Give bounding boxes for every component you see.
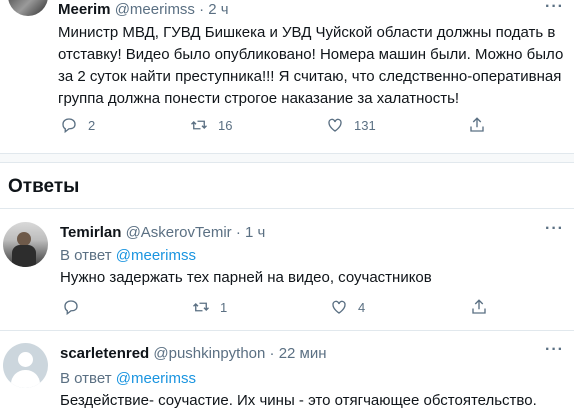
author-name[interactable]: Temirlan	[60, 224, 121, 241]
reply-button[interactable]: 2	[60, 116, 95, 134]
like-icon	[328, 118, 342, 132]
main-tweet: Meerim @meerimss · 2 ч ··· Министр МВД, …	[0, 0, 574, 153]
replies-heading: Ответы	[8, 176, 80, 197]
tweet-header: Temirlan @AskerovTemir · 1 ч	[60, 223, 265, 243]
tweet-text-line: отставку! Видео было опубликовано! Номер…	[58, 46, 564, 63]
tweet-text: Нужно задержать тех парней на видео, соу…	[60, 269, 432, 286]
more-icon[interactable]: ···	[545, 220, 564, 238]
tweet-header: scarletenred @pushkinpython · 22 мин	[60, 344, 327, 364]
author-handle[interactable]: @AskerovTemir	[126, 224, 232, 241]
retweet-count: 1	[220, 299, 228, 315]
reply-prefix: В ответ	[60, 247, 112, 264]
tweet-text-line: группа должна понести строгое наказание …	[58, 90, 460, 107]
reply-icon	[62, 118, 76, 134]
tweet-header: Meerim @meerimss · 2 ч	[58, 0, 229, 20]
retweet-icon	[191, 120, 207, 130]
retweet-button[interactable]: 1	[192, 298, 227, 316]
reply-icon	[64, 300, 78, 316]
like-count: 131	[354, 117, 376, 133]
more-icon[interactable]: ···	[545, 0, 564, 16]
timestamp[interactable]: · 2 ч	[199, 1, 229, 18]
retweet-button[interactable]: 16	[190, 116, 232, 134]
tweet-text: Бездействие- соучастие. Их чины - это от…	[60, 392, 537, 409]
reply-tweet[interactable]: scarletenred @pushkinpython · 22 мин ···…	[0, 331, 574, 419]
like-button[interactable]: 131	[326, 116, 376, 134]
author-name[interactable]: scarletenred	[60, 345, 149, 362]
timestamp[interactable]: · 22 мин	[270, 345, 327, 362]
tweet-actions: 1 4	[60, 298, 560, 322]
reply-context: В ответ @meerimss	[60, 369, 196, 389]
retweet-count: 16	[218, 117, 233, 133]
avatar[interactable]	[3, 222, 48, 267]
timestamp[interactable]: · 1 ч	[236, 224, 266, 241]
like-button[interactable]: 4	[330, 298, 365, 316]
tweet-text-line: за 2 суток найти преступника!!! Я считаю…	[58, 68, 562, 85]
section-separator	[0, 153, 574, 163]
retweet-icon	[193, 302, 209, 312]
tweet-actions: 2 16 131	[58, 116, 558, 140]
author-name[interactable]: Meerim	[58, 1, 111, 18]
reply-to-link[interactable]: @meerimss	[116, 247, 196, 264]
reply-context: В ответ @meerimss	[60, 246, 196, 266]
like-icon	[332, 300, 346, 314]
reply-prefix: В ответ	[60, 370, 112, 387]
author-handle[interactable]: @pushkinpython	[153, 345, 265, 362]
more-icon[interactable]: ···	[545, 341, 564, 359]
share-button[interactable]	[468, 116, 496, 134]
tweet-text-line: Министр МВД, ГУВД Бишкека и УВД Чуйской …	[58, 24, 556, 41]
like-count: 4	[358, 299, 366, 315]
reply-tweet[interactable]: Temirlan @AskerovTemir · 1 ч ··· В ответ…	[0, 209, 574, 330]
share-button[interactable]	[470, 298, 498, 316]
reply-button[interactable]	[62, 298, 90, 316]
avatar[interactable]	[8, 0, 48, 16]
avatar[interactable]	[3, 343, 48, 388]
reply-count: 2	[88, 117, 96, 133]
share-icon	[472, 299, 486, 314]
tweet-text: Министр МВД, ГУВД Бишкека и УВД Чуйской …	[58, 22, 568, 110]
author-handle[interactable]: @meerimss	[115, 1, 195, 18]
reply-to-link[interactable]: @meerimss	[116, 370, 196, 387]
share-icon	[470, 117, 484, 132]
